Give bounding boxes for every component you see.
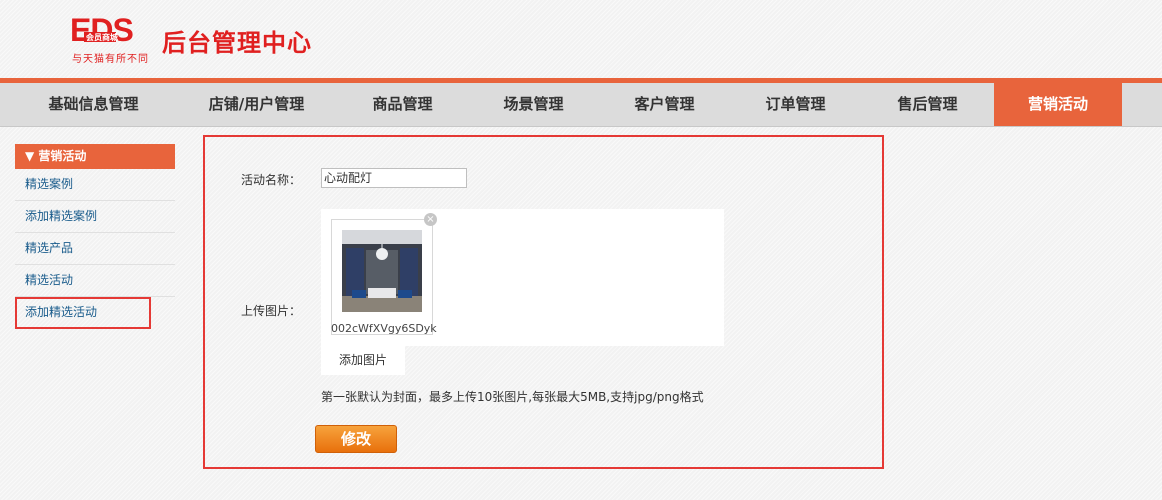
nav-item-after-sales[interactable]: 售后管理 <box>850 83 1005 126</box>
add-image-button[interactable]: 添加图片 <box>321 346 405 375</box>
uploaded-image-card[interactable] <box>331 219 433 335</box>
logo-badge-text: 会员商城 <box>86 33 118 42</box>
activity-name-label: 活动名称： <box>241 173 302 187</box>
sidebar-item-featured-products[interactable]: 精选产品 <box>15 233 175 265</box>
remove-image-icon[interactable]: × <box>424 213 437 226</box>
activity-name-input[interactable] <box>321 168 467 188</box>
header: EDS 会员商城 后台管理中心 与天猫有所不同 <box>0 0 1162 78</box>
sidebar-item-featured-cases[interactable]: 精选案例 <box>15 169 175 201</box>
submit-button[interactable]: 修改 <box>315 425 397 453</box>
sidebar-item-featured-activities[interactable]: 精选活动 <box>15 265 175 297</box>
app-title: 后台管理中心 <box>162 29 312 57</box>
upload-image-label: 上传图片： <box>241 304 302 318</box>
sidebar-item-add-featured-case[interactable]: 添加精选案例 <box>15 201 175 233</box>
upload-area: × 002cWfXVgy6SDyk <box>321 209 724 346</box>
logo-slogan: 与天猫有所不同 <box>72 54 149 65</box>
uploaded-image-thumbnail <box>342 230 422 312</box>
nav-item-basic-info[interactable]: 基础信息管理 <box>16 83 171 126</box>
nav-item-store-user[interactable]: 店铺/用户管理 <box>179 83 334 126</box>
sidebar: ▼ 营销活动 精选案例 添加精选案例 精选产品 精选活动 添加精选活动 <box>15 144 175 329</box>
upload-hint: 第一张默认为封面，最多上传10张图片,每张最大5MB,支持jpg/png格式 <box>321 390 704 404</box>
sidebar-item-add-featured-activity[interactable]: 添加精选活动 <box>15 297 151 329</box>
main-nav: 基础信息管理 店铺/用户管理 商品管理 场景管理 客户管理 订单管理 售后管理 … <box>0 83 1162 127</box>
uploaded-file-name: 002cWfXVgy6SDyk <box>331 322 437 335</box>
nav-item-marketing[interactable]: 营销活动 <box>994 83 1122 126</box>
logo: EDS 会员商城 后台管理中心 与天猫有所不同 <box>70 13 312 65</box>
activity-form: 活动名称： 上传图片： × 002cWfXVgy6SDyk 添加图片 第一张默认… <box>203 135 884 469</box>
sidebar-heading[interactable]: ▼ 营销活动 <box>15 144 175 169</box>
